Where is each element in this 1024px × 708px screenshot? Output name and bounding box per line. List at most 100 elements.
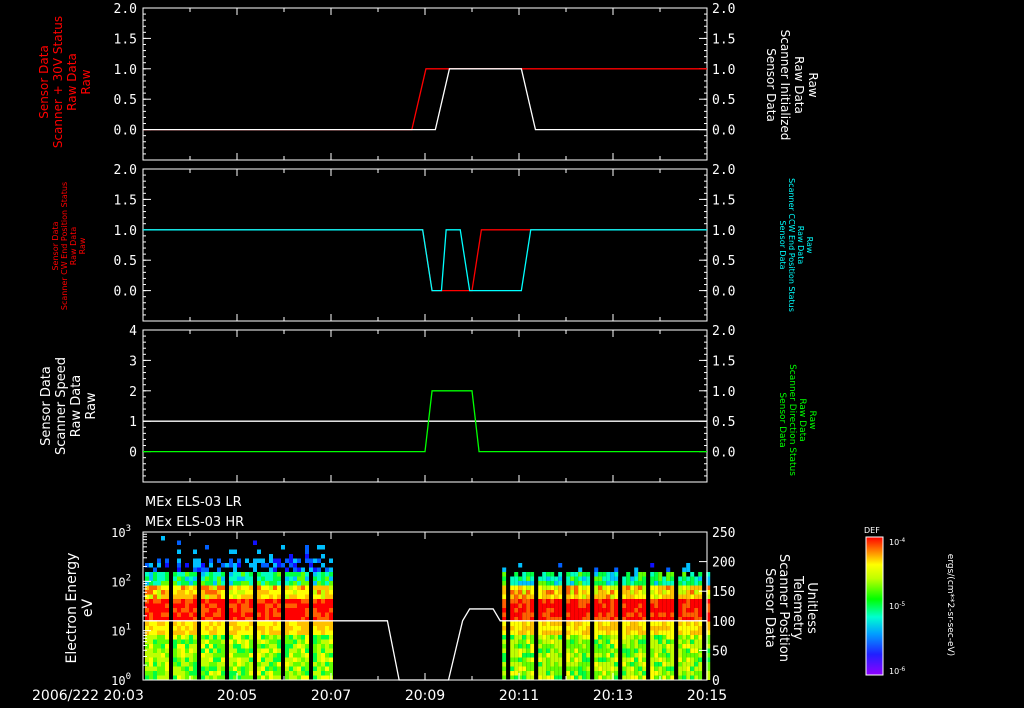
spectrogram-cell (610, 572, 615, 577)
spectrogram-cell (522, 657, 527, 662)
spectrogram-cell (325, 635, 329, 640)
spectrogram-cell (666, 662, 671, 667)
spectrogram-cell (582, 585, 587, 590)
spectrogram-cell (161, 635, 165, 640)
spectrogram-cell (273, 639, 277, 644)
spectrogram-cell (193, 585, 197, 590)
spectrogram-cell (630, 603, 635, 608)
p3-right-tick-label: 0.5 (712, 415, 735, 430)
spectrogram-cell (510, 621, 515, 626)
spectrogram-cell (574, 666, 579, 671)
spectrogram-cell (225, 563, 229, 568)
spectrogram-cell (518, 594, 523, 599)
spectrogram-cell (225, 644, 229, 649)
spectrogram-cell (690, 662, 695, 667)
spectrogram-cell (598, 662, 603, 667)
spectrogram-cell (582, 639, 587, 644)
spectrogram-cell (309, 558, 313, 563)
spectrogram-cell (702, 653, 707, 658)
spectrogram-cell (233, 567, 237, 572)
spectrogram-cell (257, 581, 261, 586)
spectrogram-cell (273, 644, 277, 649)
spectrogram-cell (313, 657, 317, 662)
spectrogram-cell (694, 662, 699, 667)
spectrogram-cell (233, 585, 237, 590)
spectrogram-cell (570, 671, 575, 676)
spectrogram-cell (325, 594, 329, 599)
spectrogram-cell (261, 608, 265, 613)
spectrogram-cell (642, 635, 647, 640)
spectrogram-cell (562, 572, 567, 577)
spectrogram-cell (249, 626, 253, 631)
spectrogram-cell (293, 662, 297, 667)
spectrogram-cell (149, 639, 153, 644)
spectrogram-cell (542, 626, 547, 631)
spectrogram-cell (317, 639, 321, 644)
time-axis-start-label: 2006/222 20:03 (32, 688, 144, 704)
spectrogram-cell (241, 644, 245, 649)
spectrogram-cell (273, 612, 277, 617)
spectrogram-cell (586, 644, 591, 649)
spectrogram-cell (542, 612, 547, 617)
spectrogram-cell (670, 648, 675, 653)
spectrogram-cell (502, 662, 507, 667)
spectrogram-cell (586, 621, 591, 626)
p4-left-tick-label: 103 (111, 524, 131, 540)
spectrogram-cell (185, 639, 189, 644)
spectrogram-cell (277, 626, 281, 631)
spectrogram-cell (213, 585, 217, 590)
spectrogram-cell (662, 576, 667, 581)
spectrogram-cell (313, 666, 317, 671)
spectrogram-cell (273, 635, 277, 640)
spectrogram-cell (650, 581, 655, 586)
spectrogram-cell (329, 621, 333, 626)
spectrogram-cell (602, 666, 607, 671)
spectrogram-cell (149, 612, 153, 617)
spectrogram-cell (301, 653, 305, 658)
spectrogram-cell (297, 612, 301, 617)
spectrogram-cell (678, 608, 683, 613)
spectrogram-cell (526, 576, 531, 581)
spectrogram-cell (530, 671, 535, 676)
spectrogram-cell (550, 630, 555, 635)
spectrogram-cell (518, 603, 523, 608)
spectrogram-cell (518, 612, 523, 617)
spectrogram-cell (281, 648, 285, 653)
spectrogram-cell (510, 608, 515, 613)
spectrogram-cell (209, 603, 213, 608)
spectrogram-cell (233, 675, 237, 680)
spectrogram-cell (694, 581, 699, 586)
spectrogram-cell (317, 653, 321, 658)
spectrogram-cell (157, 653, 161, 658)
spectrogram-cell (165, 635, 169, 640)
spectrogram-cell (165, 590, 169, 595)
spectrogram-cell (658, 666, 663, 671)
spectrogram-cell (594, 585, 599, 590)
spectrogram-cell (189, 612, 193, 617)
spectrogram-cell (325, 621, 329, 626)
spectrogram-cell (177, 549, 181, 554)
spectrogram-cell (578, 635, 583, 640)
spectrogram-cell (305, 549, 309, 554)
spectrogram-cell (514, 581, 519, 586)
spectrogram-cell (165, 608, 169, 613)
spectrogram-cell (249, 653, 253, 658)
spectrogram-cell (249, 585, 253, 590)
spectrogram-cell (257, 558, 261, 563)
spectrogram-cell (325, 657, 329, 662)
spectrogram-cell (666, 567, 671, 572)
spectrogram-cell (618, 662, 623, 667)
spectrogram-cell (566, 626, 571, 631)
spectrogram-cell (193, 621, 197, 626)
spectrogram-cell (534, 576, 539, 581)
spectrogram-cell (522, 630, 527, 635)
spectrogram-cell (193, 675, 197, 680)
spectrogram-cell (313, 648, 317, 653)
panel2-right-title-line: Scanner CCW End Position Status (787, 178, 796, 312)
spectrogram-cell (650, 644, 655, 649)
spectrogram-cell (289, 594, 293, 599)
spectrogram-cell (514, 612, 519, 617)
spectrogram-cell (257, 653, 261, 658)
spectrogram-cell (153, 671, 157, 676)
spectrogram-cell (542, 603, 547, 608)
